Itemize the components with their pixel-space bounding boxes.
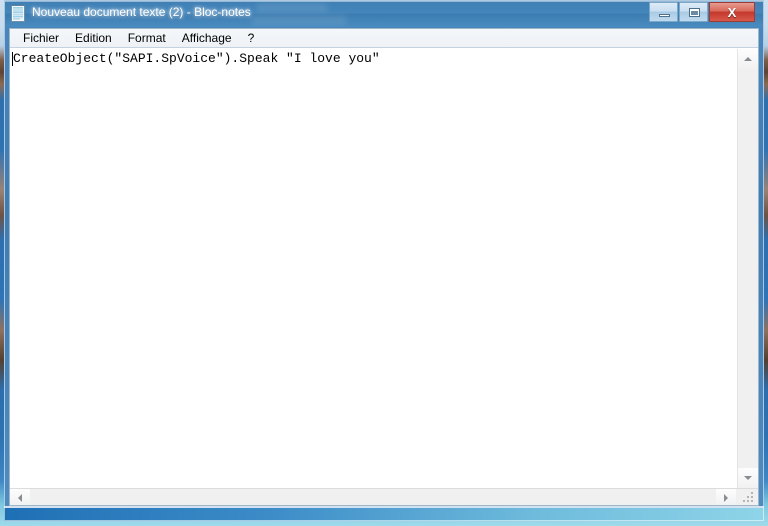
- maximize-icon-inner: [691, 11, 698, 15]
- scroll-right-button[interactable]: [716, 489, 736, 505]
- menu-bar: Fichier Edition Format Affichage ?: [10, 29, 758, 48]
- notepad-icon: [11, 5, 25, 22]
- glass-reflection-upper: [256, 3, 328, 12]
- window-client-area: Fichier Edition Format Affichage ? Creat…: [9, 28, 759, 506]
- scroll-up-button[interactable]: [738, 49, 758, 69]
- menu-item-edition[interactable]: Edition: [67, 30, 120, 47]
- window-frame-bottom: [4, 508, 764, 521]
- close-button[interactable]: X: [709, 2, 755, 22]
- close-icon: X: [727, 4, 737, 20]
- scroll-right-icon: [724, 493, 728, 502]
- menu-item-fichier[interactable]: Fichier: [15, 30, 67, 47]
- menu-item-affichage[interactable]: Affichage: [174, 30, 240, 47]
- scroll-up-icon: [744, 57, 752, 61]
- scroll-left-button[interactable]: [10, 489, 30, 505]
- menu-item-format[interactable]: Format: [120, 30, 174, 47]
- scroll-down-button[interactable]: [738, 468, 758, 488]
- scroll-left-icon: [18, 493, 22, 502]
- vertical-scrollbar[interactable]: [737, 49, 758, 488]
- menu-item-aide[interactable]: ?: [240, 30, 263, 47]
- horizontal-scrollbar[interactable]: [10, 488, 758, 505]
- glass-reflection-lower: [251, 15, 347, 25]
- title-bar[interactable]: Nouveau document texte (2) - Bloc-notes …: [5, 1, 763, 27]
- window-title: Nouveau document texte (2) - Bloc-notes: [32, 5, 251, 19]
- editor-content: CreateObject("SAPI.SpVoice").Speak "I lo…: [13, 51, 380, 66]
- minimize-button[interactable]: [649, 2, 678, 22]
- window-controls: X: [649, 2, 755, 23]
- minimize-icon: [659, 14, 670, 17]
- scroll-down-icon: [744, 476, 752, 480]
- editor-region: CreateObject("SAPI.SpVoice").Speak "I lo…: [10, 48, 758, 505]
- text-editor[interactable]: CreateObject("SAPI.SpVoice").Speak "I lo…: [10, 49, 737, 488]
- resize-grip-icon[interactable]: [741, 490, 756, 505]
- maximize-button[interactable]: [679, 2, 708, 22]
